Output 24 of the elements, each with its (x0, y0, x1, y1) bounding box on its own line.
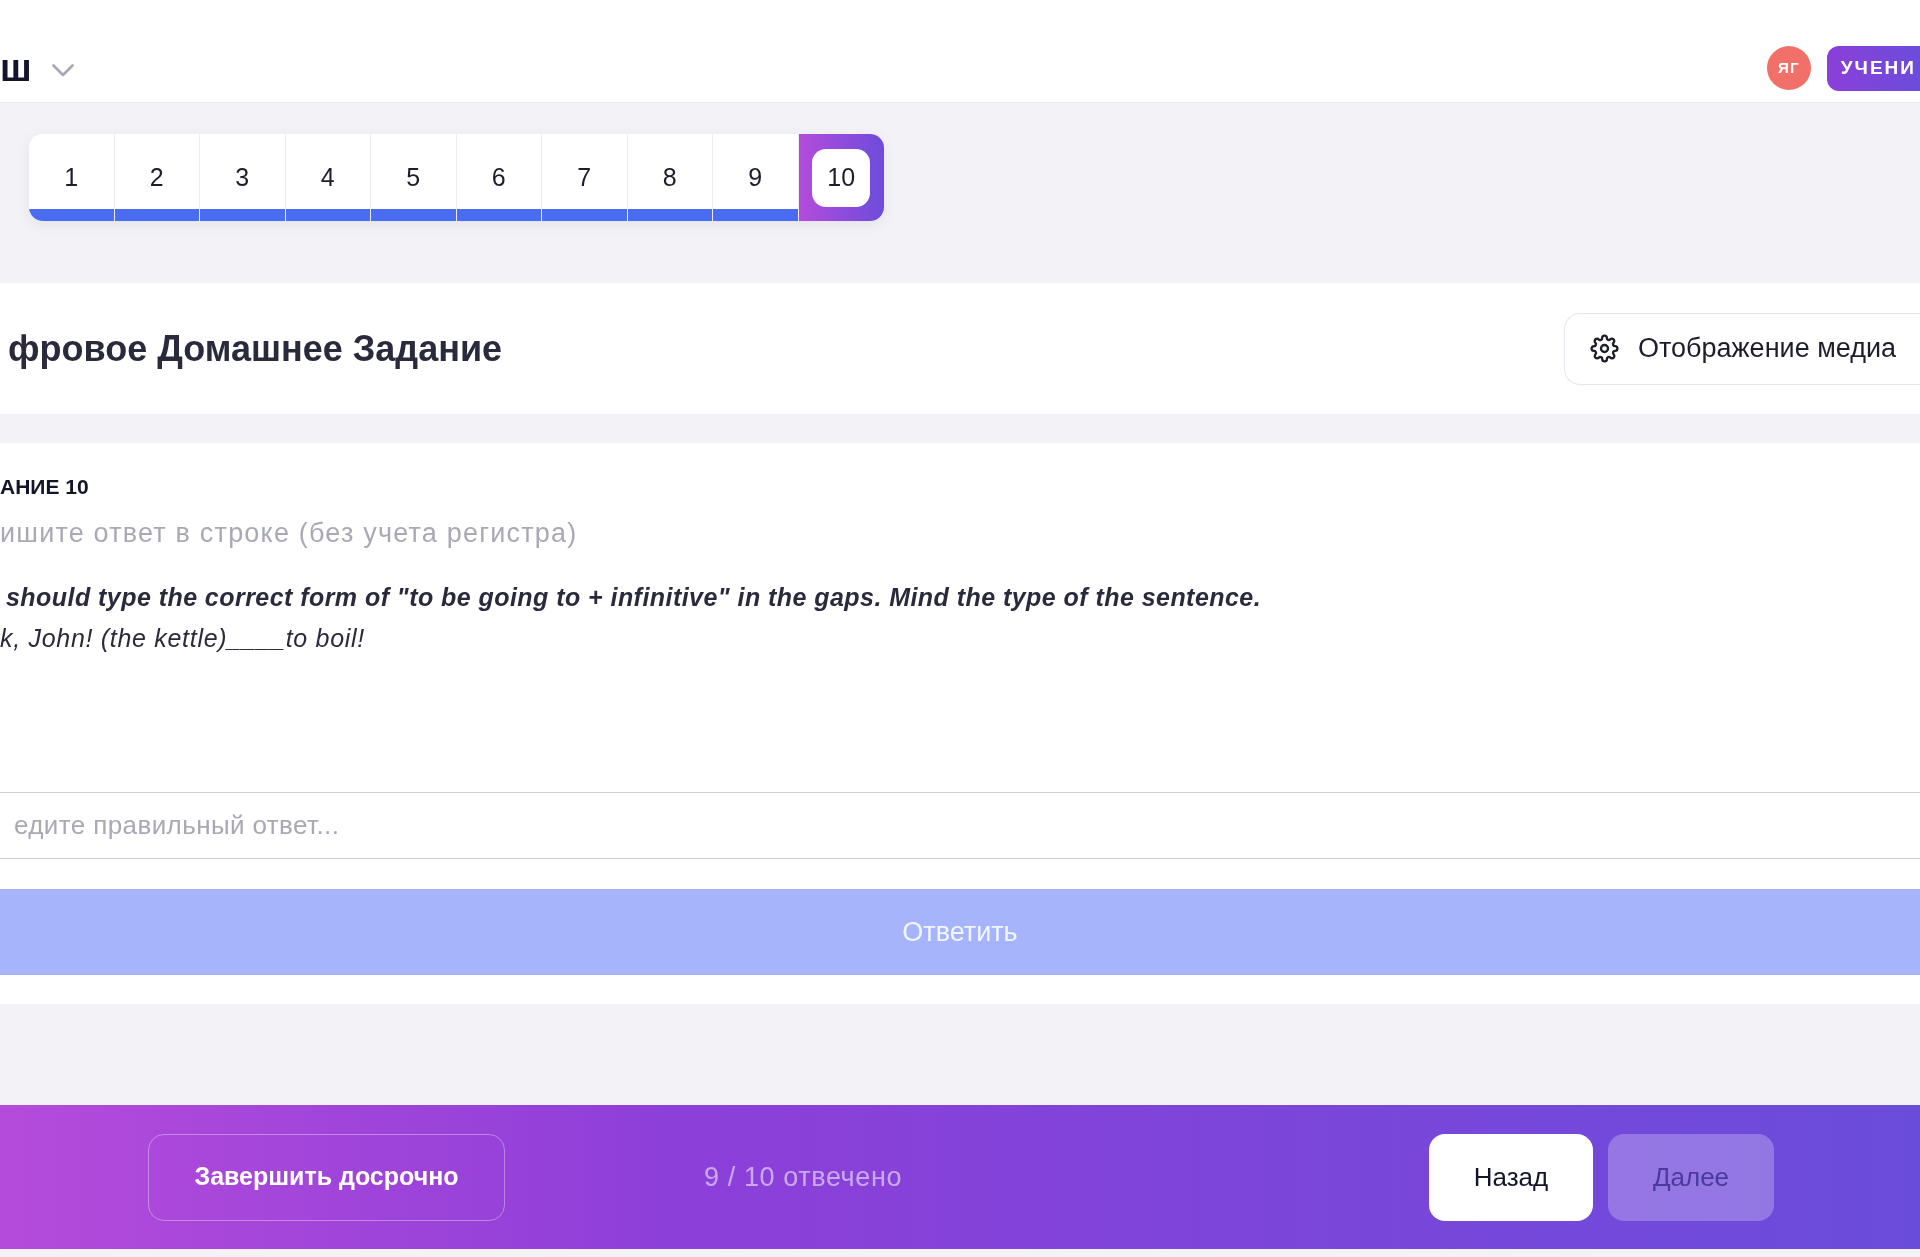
question-number-tab[interactable]: 7 (542, 134, 628, 221)
role-badge: УЧЕНИ (1826, 45, 1920, 91)
page-title: фровое Домашнее Задание (8, 326, 503, 371)
progress-text: 9 / 10 отвечено (704, 1160, 902, 1194)
back-button[interactable]: Назад (1429, 1133, 1593, 1221)
question-number-tab[interactable]: 8 (627, 134, 713, 221)
finish-early-button[interactable]: Завершить досрочно (148, 1133, 505, 1221)
question-number-tab[interactable]: 2 (114, 134, 200, 221)
answer-input[interactable]: едите правильный ответ... (0, 792, 1920, 859)
question-number-tab[interactable]: 9 (713, 134, 799, 221)
chevron-down-icon[interactable] (51, 63, 74, 77)
logo-text[interactable]: ш (0, 49, 32, 87)
media-display-button[interactable]: Отображение медиа (1564, 312, 1920, 385)
task-prompt: should type the correct form of "to be going to + infinitive" in the gaps. Mind the type of the sentence. (6, 582, 1263, 612)
task-instruction: ишите ответ в строке (без учета регистра) (0, 518, 579, 548)
question-number-tab[interactable]: 1 (29, 134, 115, 221)
task-sentence: k, John! (the kettle)____to boil! (0, 623, 366, 653)
question-number-tab[interactable]: 4 (285, 134, 371, 221)
question-number-tab[interactable]: 10 (798, 134, 884, 221)
question-number-tab[interactable]: 6 (456, 134, 542, 221)
task-heading: АНИЕ 10 (0, 476, 90, 498)
gear-icon (1589, 333, 1620, 364)
question-number-tab[interactable]: 5 (371, 134, 457, 221)
question-number-tab[interactable]: 3 (200, 134, 286, 221)
